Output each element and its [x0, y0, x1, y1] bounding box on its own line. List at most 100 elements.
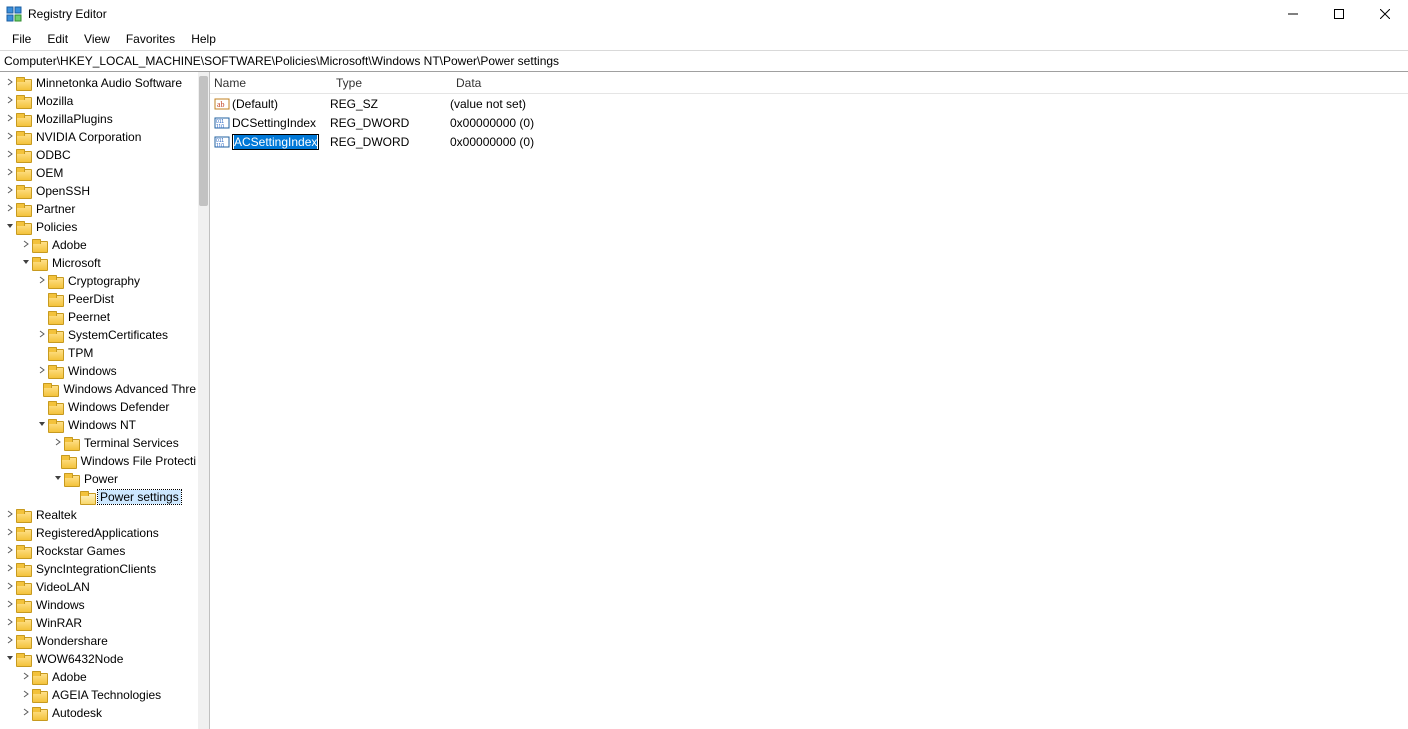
- expand-icon[interactable]: [36, 366, 48, 376]
- tree-item[interactable]: OpenSSH: [0, 182, 198, 200]
- value-row[interactable]: 011110ACSettingIndexREG_DWORD0x00000000 …: [210, 132, 1408, 151]
- tree-item[interactable]: Windows Defender: [0, 398, 198, 416]
- tree-item[interactable]: WinRAR: [0, 614, 198, 632]
- close-button[interactable]: [1362, 0, 1408, 28]
- expand-icon[interactable]: [4, 114, 16, 124]
- tree-item[interactable]: Cryptography: [0, 272, 198, 290]
- addressbar[interactable]: Computer\HKEY_LOCAL_MACHINE\SOFTWARE\Pol…: [0, 50, 1408, 72]
- folder-icon: [16, 221, 30, 233]
- tree-item[interactable]: Realtek: [0, 506, 198, 524]
- tree-item[interactable]: Adobe: [0, 236, 198, 254]
- expand-icon[interactable]: [4, 528, 16, 538]
- tree-item[interactable]: RegisteredApplications: [0, 524, 198, 542]
- expand-icon[interactable]: [4, 546, 16, 556]
- tree-item[interactable]: NVIDIA Corporation: [0, 128, 198, 146]
- tree-item[interactable]: Windows Advanced Thre: [0, 380, 198, 398]
- expand-icon[interactable]: [36, 276, 48, 286]
- tree-item[interactable]: Adobe: [0, 668, 198, 686]
- expand-icon[interactable]: [4, 600, 16, 610]
- tree-item-label: NVIDIA Corporation: [34, 130, 143, 144]
- menu-edit[interactable]: Edit: [39, 29, 76, 49]
- folder-icon: [80, 491, 94, 503]
- column-name[interactable]: Name: [210, 76, 330, 90]
- expand-icon[interactable]: [52, 438, 64, 448]
- tree-item[interactable]: Minnetonka Audio Software: [0, 74, 198, 92]
- address-path: Computer\HKEY_LOCAL_MACHINE\SOFTWARE\Pol…: [4, 54, 559, 68]
- expand-icon[interactable]: [20, 708, 32, 718]
- collapse-icon[interactable]: [4, 654, 16, 664]
- tree-item[interactable]: OEM: [0, 164, 198, 182]
- folder-icon: [48, 365, 62, 377]
- expand-icon[interactable]: [4, 78, 16, 88]
- tree-item-label: Windows NT: [66, 418, 138, 432]
- tree-scroll[interactable]: Minnetonka Audio SoftwareMozillaMozillaP…: [0, 72, 198, 729]
- tree-item[interactable]: Wondershare: [0, 632, 198, 650]
- column-type[interactable]: Type: [330, 76, 450, 90]
- expand-icon[interactable]: [4, 186, 16, 196]
- values-list[interactable]: ab(Default)REG_SZ(value not set)011110DC…: [210, 94, 1408, 729]
- tree-item[interactable]: SystemCertificates: [0, 326, 198, 344]
- tree-item-label: AGEIA Technologies: [50, 688, 163, 702]
- tree-item[interactable]: Mozilla: [0, 92, 198, 110]
- tree-item[interactable]: Rockstar Games: [0, 542, 198, 560]
- expand-icon[interactable]: [4, 96, 16, 106]
- expand-icon[interactable]: [4, 168, 16, 178]
- registry-tree[interactable]: Minnetonka Audio SoftwareMozillaMozillaP…: [0, 72, 198, 724]
- expand-icon[interactable]: [4, 618, 16, 628]
- tree-item[interactable]: Autodesk: [0, 704, 198, 722]
- collapse-icon[interactable]: [36, 420, 48, 430]
- column-data[interactable]: Data: [450, 76, 1408, 90]
- expand-icon[interactable]: [4, 582, 16, 592]
- expand-icon[interactable]: [4, 564, 16, 574]
- menu-view[interactable]: View: [76, 29, 118, 49]
- values-pane: Name Type Data ab(Default)REG_SZ(value n…: [210, 72, 1408, 729]
- tree-scrollbar-vertical[interactable]: [198, 72, 209, 729]
- tree-item[interactable]: TPM: [0, 344, 198, 362]
- value-row[interactable]: 011110DCSettingIndexREG_DWORD0x00000000 …: [210, 113, 1408, 132]
- tree-item[interactable]: Terminal Services: [0, 434, 198, 452]
- collapse-icon[interactable]: [20, 258, 32, 268]
- titlebar[interactable]: Registry Editor: [0, 0, 1408, 28]
- menu-help[interactable]: Help: [183, 29, 224, 49]
- svg-text:ab: ab: [217, 100, 225, 109]
- menu-favorites[interactable]: Favorites: [118, 29, 183, 49]
- folder-icon: [48, 311, 62, 323]
- maximize-button[interactable]: [1316, 0, 1362, 28]
- expand-icon[interactable]: [4, 150, 16, 160]
- value-row[interactable]: ab(Default)REG_SZ(value not set): [210, 94, 1408, 113]
- collapse-icon[interactable]: [52, 474, 64, 484]
- tree-item[interactable]: VideoLAN: [0, 578, 198, 596]
- collapse-icon[interactable]: [4, 222, 16, 232]
- tree-item[interactable]: AGEIA Technologies: [0, 686, 198, 704]
- expand-icon[interactable]: [20, 240, 32, 250]
- tree-item[interactable]: Windows: [0, 596, 198, 614]
- menu-file[interactable]: File: [4, 29, 39, 49]
- expand-icon[interactable]: [36, 330, 48, 340]
- expand-icon[interactable]: [4, 204, 16, 214]
- tree-item[interactable]: WOW6432Node: [0, 650, 198, 668]
- folder-icon: [48, 329, 62, 341]
- tree-item[interactable]: Power settings: [0, 488, 198, 506]
- tree-item[interactable]: Windows: [0, 362, 198, 380]
- folder-icon: [16, 635, 30, 647]
- expand-icon[interactable]: [4, 636, 16, 646]
- tree-item[interactable]: PeerDist: [0, 290, 198, 308]
- tree-item[interactable]: MozillaPlugins: [0, 110, 198, 128]
- tree-item[interactable]: Policies: [0, 218, 198, 236]
- tree-item[interactable]: Microsoft: [0, 254, 198, 272]
- tree-item[interactable]: Windows File Protecti: [0, 452, 198, 470]
- tree-item[interactable]: Partner: [0, 200, 198, 218]
- value-name-edit[interactable]: ACSettingIndex: [232, 134, 319, 150]
- expand-icon[interactable]: [4, 510, 16, 520]
- expand-icon[interactable]: [20, 690, 32, 700]
- tree-item[interactable]: ODBC: [0, 146, 198, 164]
- minimize-button[interactable]: [1270, 0, 1316, 28]
- tree-item[interactable]: SyncIntegrationClients: [0, 560, 198, 578]
- window-controls: [1270, 0, 1408, 28]
- tree-scrollbar-thumb[interactable]: [199, 76, 208, 206]
- tree-item[interactable]: Windows NT: [0, 416, 198, 434]
- tree-item[interactable]: Peernet: [0, 308, 198, 326]
- expand-icon[interactable]: [4, 132, 16, 142]
- tree-item[interactable]: Power: [0, 470, 198, 488]
- expand-icon[interactable]: [20, 672, 32, 682]
